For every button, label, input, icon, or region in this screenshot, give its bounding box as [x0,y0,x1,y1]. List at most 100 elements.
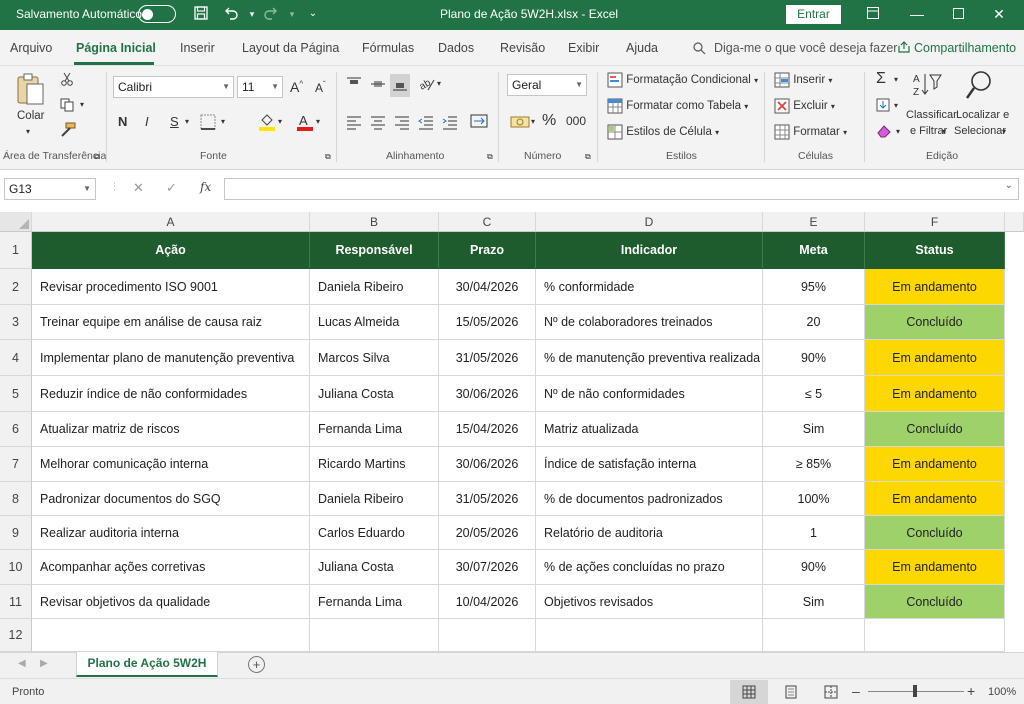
header-cell-prazo[interactable]: Prazo [439,232,536,269]
align-right-icon[interactable] [394,114,410,133]
signin-button[interactable]: Entrar [786,5,841,24]
header-cell-acao[interactable]: Ação [32,232,310,269]
format-painter-icon[interactable] [60,122,76,141]
table-cell[interactable] [865,619,1005,652]
autosave-toggle[interactable] [138,5,176,23]
cell-status[interactable]: Em andamento [865,269,1005,305]
cell-status[interactable]: Concluído [865,412,1005,447]
increase-indent-icon[interactable] [442,114,458,133]
currency-dropdown-icon[interactable]: ▾ [531,117,535,126]
decrease-indent-icon[interactable] [418,114,434,133]
undo-icon[interactable] [222,5,240,23]
find-select-label-2[interactable]: Selecionar [954,125,1006,137]
cell-prazo[interactable]: 10/04/2026 [439,585,536,619]
row-header-7[interactable]: 7 [0,447,32,482]
alignment-launcher-icon[interactable]: ⧉ [487,152,493,162]
zoom-slider-thumb[interactable] [913,685,917,697]
row-header-12[interactable]: 12 [0,619,32,652]
cell-status[interactable]: Concluído [865,516,1005,550]
find-select-label-1[interactable]: Localizar e [956,109,1009,121]
tab-layout[interactable]: Layout da Página [242,41,339,55]
ribbon-display-icon[interactable] [862,4,884,24]
delete-cells-button[interactable]: Excluir ▾ [774,98,835,114]
align-bottom-icon[interactable] [390,74,410,97]
cut-icon[interactable] [60,72,74,89]
select-all-corner[interactable] [0,212,32,232]
thousands-icon[interactable]: 000 [566,114,586,128]
tab-formulas[interactable]: Fórmulas [362,41,414,55]
tell-me-input[interactable]: Diga-me o que você deseja fazer [714,41,897,55]
cell-meta[interactable]: ≤ 5 [763,376,865,412]
confirm-entry-icon[interactable]: ✓ [166,180,177,196]
zoom-out-button[interactable]: – [852,683,860,699]
column-header-a[interactable]: A [32,212,310,232]
cell-status[interactable]: Concluído [865,585,1005,619]
paste-dropdown-icon[interactable]: ▾ [26,127,30,136]
underline-button[interactable]: S [170,114,179,129]
tab-ajuda[interactable]: Ajuda [626,41,658,55]
column-header-g[interactable] [1005,212,1024,232]
close-icon[interactable]: ✕ [988,4,1010,24]
borders-dropdown-icon[interactable]: ▾ [221,117,225,126]
cell-meta[interactable]: 95% [763,269,865,305]
cell-indicador[interactable]: Matriz atualizada [536,412,763,447]
cell-prazo[interactable]: 30/04/2026 [439,269,536,305]
table-cell[interactable] [763,619,865,652]
cell-meta[interactable]: 100% [763,482,865,516]
tab-inserir[interactable]: Inserir [180,41,215,55]
cell-indicador[interactable]: % de ações concluídas no prazo [536,550,763,585]
italic-button[interactable]: I [145,114,149,129]
cell-responsavel[interactable]: Fernanda Lima [310,412,439,447]
format-table-button[interactable]: Formatar como Tabela ▾ [607,98,748,114]
underline-dropdown-icon[interactable]: ▾ [185,117,189,126]
wrap-merge-icon[interactable] [470,112,488,133]
cancel-entry-icon[interactable]: ✕ [133,180,144,196]
cell-indicador[interactable]: % de manutenção preventiva realizada [536,340,763,376]
table-cell[interactable] [439,619,536,652]
format-cells-button[interactable]: Formatar ▾ [774,124,847,140]
row-header-10[interactable]: 10 [0,550,32,585]
align-left-icon[interactable] [346,114,362,133]
cell-responsavel[interactable]: Lucas Almeida [310,305,439,340]
align-middle-icon[interactable] [370,76,386,95]
cell-indicador[interactable]: Relatório de auditoria [536,516,763,550]
cell-acao[interactable]: Treinar equipe em análise de causa raiz [32,305,310,340]
tab-exibir[interactable]: Exibir [568,41,599,55]
cell-acao[interactable]: Revisar procedimento ISO 9001 [32,269,310,305]
cell-acao[interactable]: Atualizar matriz de riscos [32,412,310,447]
column-header-e[interactable]: E [763,212,865,232]
row-header-6[interactable]: 6 [0,412,32,447]
copy-dropdown-icon[interactable]: ▾ [80,100,84,109]
cell-status[interactable]: Em andamento [865,550,1005,585]
share-icon[interactable] [898,41,910,56]
maximize-icon[interactable] [947,4,969,24]
cell-responsavel[interactable]: Carlos Eduardo [310,516,439,550]
percent-icon[interactable]: % [542,112,556,130]
row-header-1[interactable]: 1 [0,232,32,269]
number-launcher-icon[interactable]: ⧉ [585,152,591,162]
cell-responsavel[interactable]: Marcos Silva [310,340,439,376]
row-header-5[interactable]: 5 [0,376,32,412]
cell-acao[interactable]: Acompanhar ações corretivas [32,550,310,585]
cell-responsavel[interactable]: Daniela Ribeiro [310,482,439,516]
cell-status[interactable]: Em andamento [865,340,1005,376]
row-header-9[interactable]: 9 [0,516,32,550]
paste-icon[interactable] [14,72,46,111]
orientation-icon[interactable]: ab [418,76,436,95]
column-header-b[interactable]: B [310,212,439,232]
column-header-c[interactable]: C [439,212,536,232]
clear-icon[interactable] [876,124,892,141]
decrease-font-icon[interactable]: Aˇ [315,80,326,95]
worksheet-grid[interactable]: A B C D E F 1 2 3 4 5 6 7 8 9 10 11 12 A… [0,212,1024,652]
cell-responsavel[interactable]: Juliana Costa [310,550,439,585]
expand-formula-icon[interactable]: ⌄ [1005,180,1013,191]
table-cell[interactable] [310,619,439,652]
cell-prazo[interactable]: 30/06/2026 [439,447,536,482]
cell-indicador[interactable]: Objetivos revisados [536,585,763,619]
cell-status[interactable]: Concluído [865,305,1005,340]
row-header-8[interactable]: 8 [0,482,32,516]
autosum-dropdown-icon[interactable]: ▾ [894,75,898,84]
cell-meta[interactable]: 1 [763,516,865,550]
add-sheet-icon[interactable]: + [248,656,265,673]
redo-icon[interactable] [262,5,280,23]
